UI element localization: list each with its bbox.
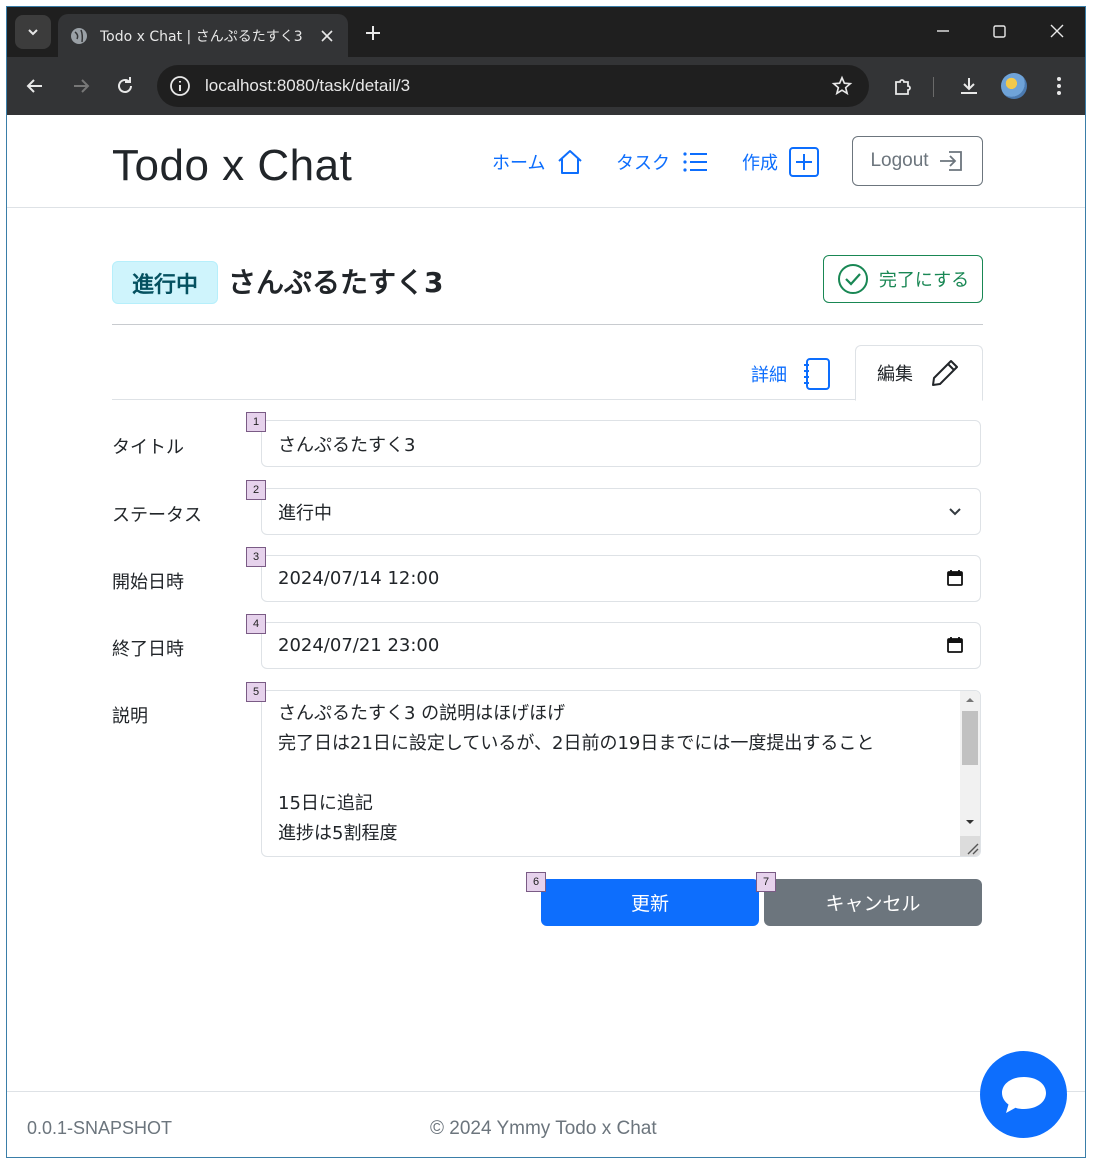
- status-badge: 進行中: [112, 261, 218, 304]
- nav-home[interactable]: ホーム: [492, 145, 585, 179]
- browser-window: Todo x Chat | さんぷるたすく3 localhost:8080/ta…: [6, 6, 1086, 1158]
- description-row: 説明 5 さんぷるたすく3 の説明はほげほげ 完了日は21日に設定しているが、2…: [112, 682, 983, 857]
- chat-button[interactable]: [980, 1051, 1067, 1138]
- new-tab-icon[interactable]: [361, 21, 385, 45]
- marker-4: 4: [246, 614, 266, 634]
- brand-logo[interactable]: Todo x Chat: [112, 141, 352, 191]
- tab-bar: Todo x Chat | さんぷるたすく3: [7, 7, 1085, 57]
- description-line: 15日に追記: [278, 793, 373, 814]
- browser-tab[interactable]: Todo x Chat | さんぷるたすく3: [58, 14, 348, 57]
- url-text: localhost:8080/task/detail/3: [205, 76, 411, 95]
- chat-bubble-icon: [1001, 1076, 1046, 1113]
- nav-create-label: 作成: [742, 153, 778, 174]
- maximize-icon[interactable]: [987, 19, 1011, 43]
- update-button[interactable]: 更新: [541, 879, 759, 926]
- chevron-down-icon: [949, 508, 961, 516]
- nav-tasks-label: タスク: [616, 153, 670, 174]
- check-circle-icon: [837, 264, 868, 294]
- page-title: さんぷるたすく3: [228, 266, 444, 299]
- status-row: ステータス 2 進行中: [112, 480, 983, 535]
- start-row: 開始日時 3 2024/07/14 12:00: [112, 547, 983, 602]
- profile-avatar[interactable]: [1001, 73, 1027, 99]
- tab-title: Todo x Chat | さんぷるたすく3: [100, 28, 303, 45]
- task-header: 進行中 さんぷるたすく3 完了にする: [112, 249, 983, 325]
- pencil-icon: [932, 360, 958, 386]
- browser-toolbar: localhost:8080/task/detail/3: [7, 57, 1085, 115]
- marker-7: 7: [756, 872, 776, 892]
- status-select[interactable]: 進行中: [261, 488, 981, 535]
- textarea-scrollbar[interactable]: [960, 691, 980, 856]
- nav-tasks[interactable]: タスク: [616, 145, 710, 179]
- complete-button[interactable]: 完了にする: [823, 255, 983, 303]
- scroll-down-icon[interactable]: [960, 813, 980, 831]
- title-input[interactable]: さんぷるたすく3: [261, 420, 981, 467]
- end-datetime-value: 2024/07/21 23:00: [278, 635, 440, 656]
- navbar: Todo x Chat ホーム タスク 作成 Logout: [7, 115, 1085, 208]
- close-icon[interactable]: [318, 27, 336, 45]
- tab-detail[interactable]: 詳細: [751, 355, 833, 393]
- window-close-icon[interactable]: [1045, 19, 1069, 43]
- bookmark-star-icon[interactable]: [831, 75, 853, 97]
- start-label: 開始日時: [112, 572, 184, 593]
- plus-square-icon: [789, 147, 819, 177]
- description-line: さんぷるたすく3 の説明はほげほげ: [278, 703, 566, 724]
- end-row: 終了日時 4 2024/07/21 23:00: [112, 614, 983, 669]
- nav-home-label: ホーム: [492, 153, 546, 174]
- marker-2: 2: [246, 480, 266, 500]
- footer: 0.0.1-SNAPSHOT © 2024 Ymmy Todo x Chat: [7, 1091, 1085, 1157]
- scrollbar-thumb[interactable]: [962, 711, 978, 765]
- task-tabs: 詳細 編集: [112, 345, 983, 401]
- globe-icon: [71, 27, 87, 44]
- marker-3: 3: [246, 547, 266, 567]
- title-label: タイトル: [112, 437, 184, 458]
- complete-label: 完了にする: [878, 270, 970, 291]
- logout-label: Logout: [870, 150, 929, 171]
- chevron-down-icon: [28, 29, 38, 36]
- version-text: 0.0.1-SNAPSHOT: [27, 1118, 173, 1138]
- description-line: [278, 759, 950, 789]
- more-menu-icon[interactable]: [1047, 74, 1071, 98]
- marker-1: 1: [246, 412, 266, 432]
- scroll-up-icon[interactable]: [960, 691, 980, 709]
- nav-create[interactable]: 作成: [742, 145, 820, 179]
- toolbar-separator: [933, 77, 934, 97]
- status-select-value: 進行中: [278, 502, 332, 524]
- extensions-icon[interactable]: [891, 74, 915, 98]
- page-content: Todo x Chat ホーム タスク 作成 Logout 進行中 さんぷるたす…: [7, 115, 1085, 1157]
- marker-5: 5: [246, 682, 266, 702]
- back-icon[interactable]: [23, 74, 47, 98]
- calendar-icon[interactable]: [946, 569, 964, 587]
- start-datetime-input[interactable]: 2024/07/14 12:00: [261, 555, 981, 602]
- address-bar[interactable]: localhost:8080/task/detail/3: [157, 65, 869, 107]
- end-datetime-input[interactable]: 2024/07/21 23:00: [261, 622, 981, 669]
- cancel-button[interactable]: キャンセル: [764, 879, 982, 926]
- start-datetime-value: 2024/07/14 12:00: [278, 568, 440, 589]
- description-line: 完了日は21日に設定しているが、2日前の19日までには一度提出すること: [278, 733, 875, 754]
- copyright-text: © 2024 Ymmy Todo x Chat: [430, 1118, 657, 1139]
- journal-icon: [804, 358, 830, 390]
- description-label: 説明: [112, 706, 148, 727]
- reload-icon[interactable]: [113, 74, 137, 98]
- tab-detail-label: 詳細: [751, 365, 787, 386]
- status-label: ステータス: [112, 505, 202, 526]
- tab-search-button[interactable]: [15, 15, 51, 49]
- forward-icon[interactable]: [69, 74, 93, 98]
- minimize-icon[interactable]: [931, 19, 955, 43]
- tab-edit-label: 編集: [877, 364, 913, 385]
- logout-button[interactable]: Logout: [852, 136, 983, 186]
- resize-handle-icon[interactable]: [960, 836, 980, 856]
- title-row: タイトル 1 さんぷるたすく3: [112, 412, 983, 467]
- download-icon[interactable]: [957, 74, 981, 98]
- description-line: 進捗は5割程度: [278, 823, 398, 844]
- tab-edit[interactable]: 編集: [855, 345, 983, 401]
- site-info-icon[interactable]: [169, 75, 191, 97]
- description-textarea[interactable]: さんぷるたすく3 の説明はほげほげ 完了日は21日に設定しているが、2日前の19…: [261, 690, 981, 857]
- box-arrow-in-right-icon: [939, 151, 962, 171]
- list-icon: [683, 152, 707, 172]
- calendar-icon[interactable]: [946, 636, 964, 654]
- marker-6: 6: [526, 872, 546, 892]
- end-label: 終了日時: [112, 639, 184, 660]
- house-icon: [558, 150, 583, 174]
